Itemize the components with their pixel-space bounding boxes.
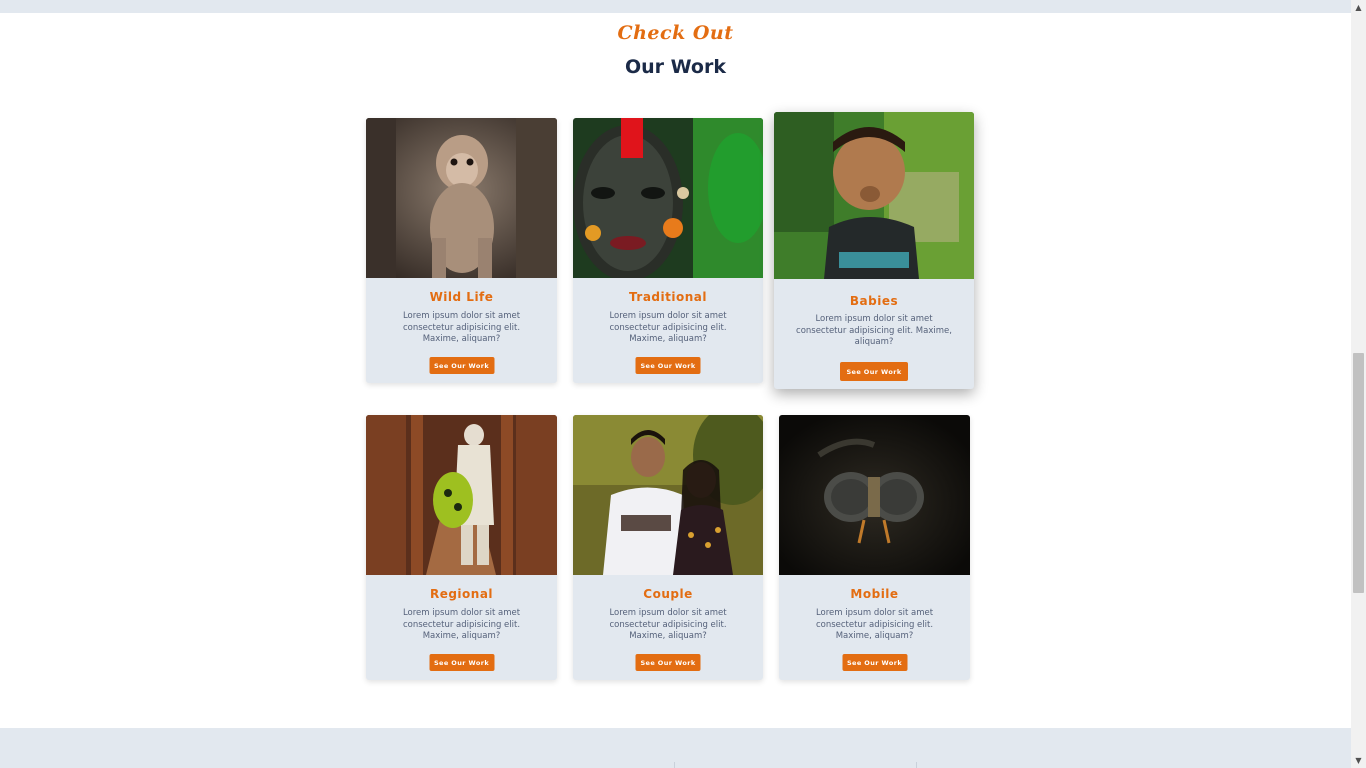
see-our-work-button[interactable]: See Our Work <box>635 654 701 671</box>
card-description: Lorem ipsum dolor sit amet consectetur a… <box>609 311 727 344</box>
card-description: Lorem ipsum dolor sit amet consectetur a… <box>796 314 952 347</box>
card-description: Lorem ipsum dolor sit amet consectetur a… <box>815 608 934 641</box>
card-description: Lorem ipsum dolor sit amet consectetur a… <box>609 608 727 641</box>
card-title: Regional <box>429 587 494 601</box>
footer-section-edge <box>0 728 1351 768</box>
card-title: Mobile <box>850 587 899 601</box>
see-our-work-button[interactable]: See Our Work <box>429 654 494 671</box>
see-our-work-button[interactable]: See Our Work <box>635 357 701 374</box>
see-our-work-button[interactable]: See Our Work <box>842 654 907 671</box>
old-man-corridor-photo <box>366 415 557 575</box>
couple-photo <box>573 415 763 575</box>
idol-face-photo <box>573 118 763 278</box>
work-card-traditional: Traditional Lorem ipsum dolor sit amet c… <box>573 118 763 383</box>
child-photo <box>774 112 974 279</box>
work-card-mobile: Mobile Lorem ipsum dolor sit amet consec… <box>779 415 970 680</box>
top-section-edge <box>0 0 1351 13</box>
card-title: Babies <box>849 294 899 308</box>
see-our-work-button[interactable]: See Our Work <box>840 362 908 381</box>
card-description: Lorem ipsum dolor sit amet consectetur a… <box>402 311 521 344</box>
monkey-photo <box>366 118 557 278</box>
scroll-down-arrow-icon[interactable]: ▼ <box>1351 753 1366 768</box>
work-card-regional: Regional Lorem ipsum dolor sit amet cons… <box>366 415 557 680</box>
scrollbar-thumb[interactable] <box>1353 353 1364 593</box>
see-our-work-button[interactable]: See Our Work <box>429 357 494 374</box>
footer-divider <box>674 762 675 768</box>
footer-divider <box>916 762 917 768</box>
card-title: Traditional <box>629 290 707 304</box>
work-card-wild-life: Wild Life Lorem ipsum dolor sit amet con… <box>366 118 557 383</box>
work-card-babies: Babies Lorem ipsum dolor sit amet consec… <box>774 112 974 389</box>
section-title: Our Work <box>624 56 726 78</box>
work-card-couple: Couple Lorem ipsum dolor sit amet consec… <box>573 415 763 680</box>
card-title: Wild Life <box>429 290 494 304</box>
card-description: Lorem ipsum dolor sit amet consectetur a… <box>402 608 521 641</box>
section-kicker: Check Out <box>617 22 734 44</box>
card-title: Couple <box>643 587 693 601</box>
page-scrollbar[interactable]: ▲ ▼ <box>1351 0 1366 768</box>
scroll-up-arrow-icon[interactable]: ▲ <box>1351 0 1366 15</box>
fly-macro-photo <box>779 415 970 575</box>
